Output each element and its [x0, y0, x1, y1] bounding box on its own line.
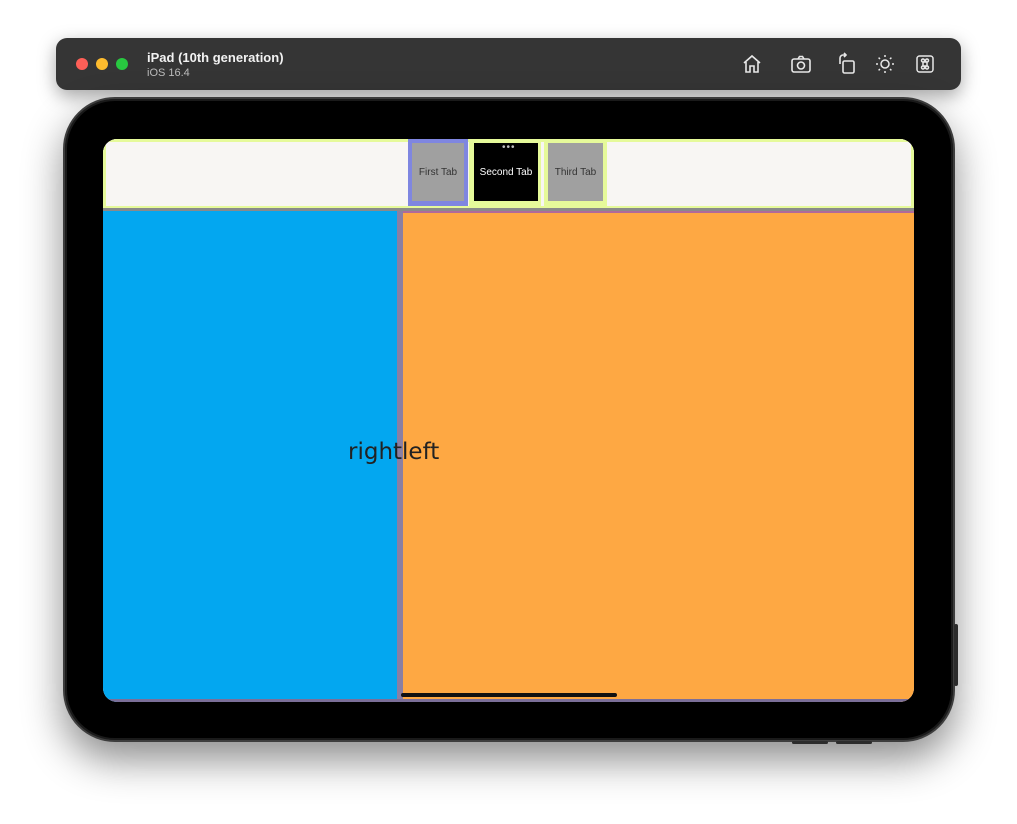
simulator-title-bar: iPad (10th generation) iOS 16.4	[56, 38, 961, 90]
rotate-icon[interactable]	[835, 52, 859, 76]
multitasking-dots-icon[interactable]: •••	[502, 143, 516, 153]
device-side-button	[954, 624, 958, 686]
device-screen: First Tab Second Tab Third Tab ••• right…	[103, 139, 914, 702]
tab-first[interactable]: First Tab	[408, 139, 468, 206]
minimize-window-button[interactable]	[96, 58, 108, 70]
zoom-window-button[interactable]	[116, 58, 128, 70]
home-icon[interactable]	[740, 52, 764, 76]
simulator-window: iPad (10th generation) iOS 16.4 First Ta…	[0, 0, 1017, 824]
tab-third[interactable]: Third Tab	[544, 139, 607, 206]
bottom-border	[103, 699, 914, 702]
device-os-version: iOS 16.4	[147, 67, 190, 79]
appearance-icon[interactable]	[873, 52, 897, 76]
tab-label: First Tab	[412, 143, 464, 201]
device-volume-button	[836, 741, 872, 744]
keyboard-command-icon[interactable]	[913, 52, 937, 76]
device-volume-button	[792, 741, 828, 744]
device-name: iPad (10th generation)	[147, 50, 284, 65]
right-pane	[403, 211, 914, 702]
close-window-button[interactable]	[76, 58, 88, 70]
tab-label: Third Tab	[548, 143, 603, 201]
center-label: rightleft	[348, 439, 440, 465]
home-indicator[interactable]	[401, 693, 617, 697]
screenshot-icon[interactable]	[789, 52, 813, 76]
